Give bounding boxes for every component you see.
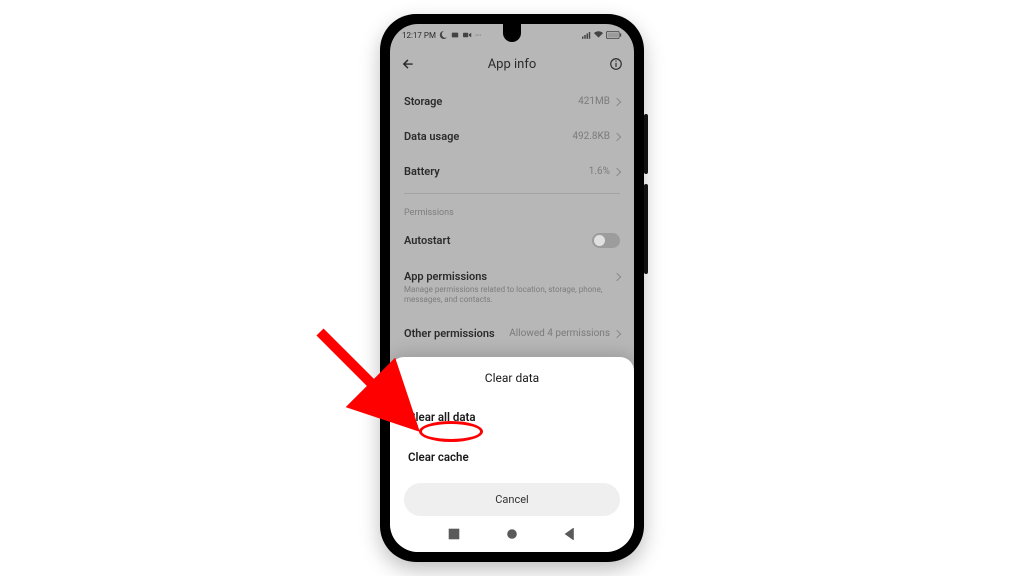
signal-icon [582,31,591,40]
status-more-icon: ··· [475,31,481,40]
notification-icon [451,31,460,40]
row-sublabel: Manage permissions related to location, … [404,285,606,305]
section-label-permissions: Permissions [390,198,634,222]
bottom-sheet-clear-data: Clear data Clear all data Clear cache Ca… [390,357,634,552]
sheet-title: Clear data [402,371,622,397]
phone-side-button [644,184,648,274]
row-label: Battery [404,165,440,178]
chevron-right-icon [613,273,621,281]
app-bar: App info [390,46,634,82]
back-button[interactable] [400,56,416,72]
moon-icon [439,31,448,40]
battery-icon [606,31,622,40]
row-label: Data usage [404,130,459,143]
row-autostart[interactable]: Autostart [390,222,634,259]
row-label: Autostart [404,234,450,247]
page-title: App info [488,57,537,72]
row-label: Storage [404,95,442,108]
phone-side-button [644,114,648,174]
chevron-right-icon [613,329,621,337]
row-data-usage[interactable]: Data usage 492.8KB [390,119,634,154]
nav-home-icon[interactable] [506,525,518,544]
row-app-permissions[interactable]: App permissions Manage permissions relat… [390,259,634,316]
info-button[interactable] [608,56,624,72]
divider [404,193,620,194]
video-icon [463,31,472,40]
phone-notch [503,24,521,42]
nav-back-icon[interactable] [564,525,576,544]
nav-recent-icon[interactable] [448,525,460,544]
autostart-toggle[interactable] [592,233,620,248]
chevron-right-icon [613,97,621,105]
row-label: Other permissions [404,327,495,340]
chevron-right-icon [613,167,621,175]
status-time: 12:17 PM [402,31,436,40]
cancel-button[interactable]: Cancel [404,483,620,516]
row-storage[interactable]: Storage 421MB [390,84,634,119]
row-label: App permissions [404,270,606,283]
row-battery[interactable]: Battery 1.6% [390,154,634,189]
phone-screen: 12:17 PM ··· [390,24,634,552]
system-nav-bar [402,520,622,546]
row-value: 421MB [578,96,610,107]
wifi-icon [594,31,603,40]
sheet-item-clear-all-data[interactable]: Clear all data [402,397,622,437]
row-value: 492.8KB [572,131,610,142]
chevron-right-icon [613,132,621,140]
row-value: 1.6% [589,166,610,177]
row-other-permissions[interactable]: Other permissions Allowed 4 permissions [390,316,634,351]
sheet-item-clear-cache[interactable]: Clear cache [402,437,622,477]
phone-frame: 12:17 PM ··· [380,14,644,562]
row-value: Allowed 4 permissions [509,328,610,339]
settings-list: Storage 421MB Data usage 492.8KB Battery… [390,82,634,353]
